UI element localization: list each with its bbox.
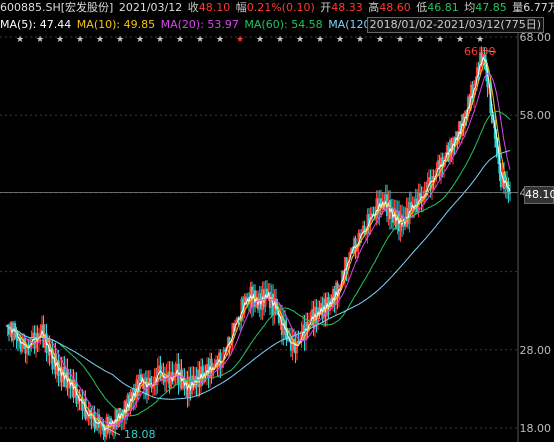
ma60-line [5, 110, 511, 417]
y-tick-label: 68.00 [520, 33, 552, 44]
event-star-icon: ★ [76, 35, 84, 45]
quote-date: 2021/03/12 [118, 1, 183, 14]
candle-body [409, 202, 413, 208]
y-tick-label: 58.00 [520, 109, 552, 122]
ma5-value[interactable]: MA(5): 47.44 [0, 17, 71, 33]
change-value: 0.21%(0.10) [246, 1, 315, 14]
stock-symbol[interactable]: 600885.SH[宏发股份] [0, 0, 113, 16]
quote-info-bar: 600885.SH[宏发股份] 2021/03/12 收48.10 幅0.21%… [0, 0, 554, 16]
event-star-icon: ★ [236, 35, 244, 45]
current-price-badge: 48.10 [524, 186, 554, 204]
volume-value: 6.77万 [523, 1, 554, 14]
ma5-line [5, 56, 511, 432]
event-star-icon: ★ [216, 35, 224, 45]
open-label: 开 [320, 1, 332, 14]
low-label: 低 [416, 1, 428, 14]
change-label: 幅 [235, 1, 247, 14]
event-star-icon: ★ [336, 35, 344, 45]
event-star-icon: ★ [356, 35, 364, 45]
low-price-marker: 18.08 [124, 428, 156, 441]
avg-value: 47.85 [475, 1, 507, 14]
event-star-icon: ★ [36, 35, 44, 45]
change-quote: 幅0.21%(0.10) [236, 0, 315, 16]
high-price-marker: 66.30 [464, 45, 496, 58]
avg-label: 均 [464, 1, 476, 14]
high-quote: 高48.60 [368, 0, 411, 16]
open-value: 48.33 [331, 1, 363, 14]
event-star-icon: ★ [256, 35, 264, 45]
event-star-icon: ★ [116, 35, 124, 45]
event-star-icon: ★ [316, 35, 324, 45]
candle-body [418, 193, 422, 197]
low-quote: 低46.81 [416, 0, 459, 16]
close-label: 收 [187, 1, 199, 14]
event-star-icon: ★ [436, 35, 444, 45]
event-star-icon: ★ [56, 35, 64, 45]
event-star-icon: ★ [276, 35, 284, 45]
low-value: 46.81 [427, 1, 459, 14]
close-value: 48.10 [198, 1, 231, 14]
event-star-icon: ★ [176, 35, 184, 45]
date-range-selector[interactable]: 2018/01/02-2021/03/12(775日) [366, 17, 544, 33]
event-star-icon: ★ [456, 35, 464, 45]
ma20-value[interactable]: MA(20): 53.97 [161, 17, 239, 33]
y-tick-label: 18.00 [520, 422, 552, 435]
event-star-icon: ★ [376, 35, 384, 45]
avg-quote: 均47.85 [464, 0, 507, 16]
event-star-icon: ★ [396, 35, 404, 45]
event-star-icon: ★ [476, 35, 484, 45]
event-star-icon: ★ [16, 35, 24, 45]
close-quote: 收48.10 [188, 0, 231, 16]
event-star-icon: ★ [416, 35, 424, 45]
volume-label: 量 [512, 1, 524, 14]
event-star-icon: ★ [296, 35, 304, 45]
ma10-value[interactable]: MA(10): 49.85 [77, 17, 155, 33]
kline-chart[interactable]: 18.00 28.00 48.10 58.00 68.00 ★ ★ ★ ★ ★ ★ ★ ★ ★ ★ ★ ★ ★ ★ ★… [0, 33, 554, 442]
event-star-icon: ★ [96, 35, 104, 45]
y-tick-label: 28.00 [520, 344, 552, 357]
event-star-icon: ★ [196, 35, 204, 45]
high-value: 48.60 [379, 1, 411, 14]
open-quote: 开48.33 [320, 0, 363, 16]
event-star-icon: ★ [156, 35, 164, 45]
ma20-line [5, 72, 511, 426]
ma120-line [5, 150, 511, 400]
candle-body [363, 225, 366, 234]
ma10-line [5, 61, 511, 428]
ma60-value[interactable]: MA(60): 54.58 [244, 17, 322, 33]
event-star-icon: ★ [136, 35, 144, 45]
candle-body [139, 374, 143, 381]
high-label: 高 [368, 1, 380, 14]
volume-quote: 量6.77万 [512, 0, 554, 16]
